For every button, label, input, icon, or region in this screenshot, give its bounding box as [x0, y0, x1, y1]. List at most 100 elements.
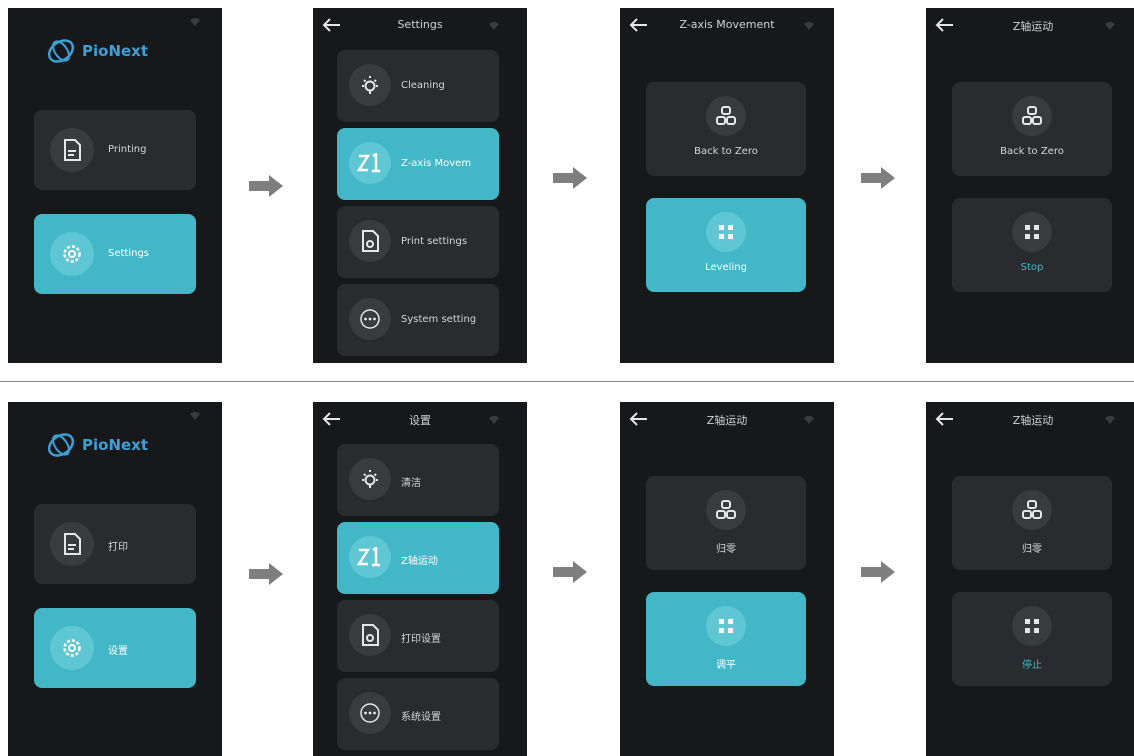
back-to-zero-button[interactable]: Back to Zero	[646, 82, 806, 176]
menu-item-label: Print settings	[401, 236, 468, 247]
back-arrow-icon[interactable]	[934, 411, 954, 427]
settings-screen-en: Settings Cleaning Z-axis Movem Print set…	[313, 8, 527, 363]
settings-label: Settings	[108, 248, 150, 259]
menu-item-cleaning[interactable]: 清洁	[337, 444, 499, 516]
wifi-icon	[1104, 415, 1116, 425]
back-arrow-icon[interactable]	[321, 17, 341, 33]
menu-item-system-setting[interactable]: System setting	[337, 284, 499, 356]
z-axis-stop-title: Z轴运动	[1012, 20, 1054, 33]
menu-item-label: Z-axis Movem	[401, 158, 472, 169]
menu-item-label: Z轴运动	[401, 556, 438, 567]
menu-item-label: 清洁	[401, 478, 421, 489]
settings-button[interactable]: 设置	[34, 608, 196, 688]
wifi-icon	[488, 415, 500, 425]
leveling-icon	[706, 212, 746, 252]
menu-item-label: 打印设置	[401, 634, 441, 645]
menu-item-print-settings[interactable]: 打印设置	[337, 600, 499, 672]
z-axis-stop-screen-en: Z轴运动 Back to Zero Stop	[926, 8, 1134, 363]
wifi-icon	[803, 21, 815, 31]
pionext-logo-icon	[47, 39, 75, 63]
stop-label: 停止	[1022, 660, 1042, 671]
flow-arrow-icon	[861, 167, 895, 189]
leveling-icon	[1012, 212, 1052, 252]
gear-icon	[50, 626, 94, 670]
home-axis-icon	[706, 490, 746, 530]
gear-icon	[50, 232, 94, 276]
printing-label: 打印	[108, 542, 128, 553]
wifi-icon	[803, 415, 815, 425]
wifi-icon	[1104, 21, 1116, 31]
flow-arrow-icon	[249, 175, 283, 197]
print-settings-icon	[349, 614, 391, 656]
back-to-zero-label: Back to Zero	[694, 146, 758, 157]
settings-label: 设置	[108, 646, 128, 657]
stop-button[interactable]: 停止	[952, 592, 1112, 686]
settings-screen-zh: 设置 清洁 Z轴运动 打印设置 系统设置	[313, 402, 527, 756]
z-axis-icon	[349, 536, 391, 578]
home-axis-icon	[1012, 96, 1052, 136]
leveling-button[interactable]: 调平	[646, 592, 806, 686]
z-axis-stop-title: Z轴运动	[1012, 414, 1054, 427]
printing-button[interactable]: Printing	[34, 110, 196, 190]
back-arrow-icon[interactable]	[321, 411, 341, 427]
brand-name: PioNext	[82, 42, 149, 60]
back-to-zero-button[interactable]: 归零	[646, 476, 806, 570]
home-axis-icon	[706, 96, 746, 136]
back-to-zero-label: 归零	[716, 544, 736, 555]
flow-arrow-icon	[553, 561, 587, 583]
light-icon	[349, 458, 391, 500]
flow-arrow-icon	[553, 167, 587, 189]
leveling-label: Leveling	[705, 262, 747, 273]
light-icon	[349, 64, 391, 106]
leveling-button[interactable]: Leveling	[646, 198, 806, 292]
flow-arrow-icon	[861, 561, 895, 583]
home-screen-en: PioNext Printing Settings	[8, 8, 222, 363]
pionext-logo-icon	[47, 433, 75, 457]
wifi-icon	[189, 411, 201, 421]
menu-item-print-settings[interactable]: Print settings	[337, 206, 499, 278]
leveling-icon	[1012, 606, 1052, 646]
row-divider	[0, 381, 1134, 382]
wifi-icon	[488, 21, 500, 31]
home-screen-zh: PioNext 打印 设置	[8, 402, 222, 756]
menu-item-system-setting[interactable]: 系统设置	[337, 678, 499, 750]
menu-item-cleaning[interactable]: Cleaning	[337, 50, 499, 122]
more-icon	[349, 298, 391, 340]
brand-logo: PioNext	[46, 38, 148, 64]
back-to-zero-button[interactable]: 归零	[952, 476, 1112, 570]
printing-button[interactable]: 打印	[34, 504, 196, 584]
back-arrow-icon[interactable]	[934, 17, 954, 33]
menu-item-z-axis[interactable]: Z-axis Movem	[337, 128, 499, 200]
flow-arrow-icon	[249, 563, 283, 585]
z-axis-screen-en: Z-axis Movement Back to Zero Leveling	[620, 8, 834, 363]
menu-item-label: System setting	[401, 314, 477, 325]
menu-item-label: Cleaning	[401, 80, 445, 91]
printing-label: Printing	[108, 144, 147, 155]
back-arrow-icon[interactable]	[628, 411, 648, 427]
leveling-icon	[706, 606, 746, 646]
settings-title: 设置	[409, 414, 431, 427]
settings-button[interactable]: Settings	[34, 214, 196, 294]
stop-label: Stop	[1020, 262, 1044, 273]
file-icon	[50, 128, 94, 172]
brand-name: PioNext	[82, 436, 149, 454]
menu-item-z-axis[interactable]: Z轴运动	[337, 522, 499, 594]
menu-item-label: 系统设置	[401, 712, 441, 723]
leveling-label: 调平	[716, 660, 736, 671]
print-settings-icon	[349, 220, 391, 262]
z-axis-icon	[349, 142, 391, 184]
back-arrow-icon[interactable]	[628, 17, 648, 33]
z-axis-stop-screen-zh: Z轴运动 归零 停止	[926, 402, 1134, 756]
file-icon	[50, 522, 94, 566]
wifi-icon	[189, 17, 201, 27]
settings-title: Settings	[397, 18, 443, 31]
more-icon	[349, 692, 391, 734]
stop-button[interactable]: Stop	[952, 198, 1112, 292]
home-axis-icon	[1012, 490, 1052, 530]
back-to-zero-button[interactable]: Back to Zero	[952, 82, 1112, 176]
z-axis-title: Z轴运动	[706, 414, 748, 427]
z-axis-screen-zh: Z轴运动 归零 调平	[620, 402, 834, 756]
brand-logo: PioNext	[46, 432, 148, 458]
z-axis-title: Z-axis Movement	[679, 18, 775, 31]
back-to-zero-label: 归零	[1022, 544, 1042, 555]
